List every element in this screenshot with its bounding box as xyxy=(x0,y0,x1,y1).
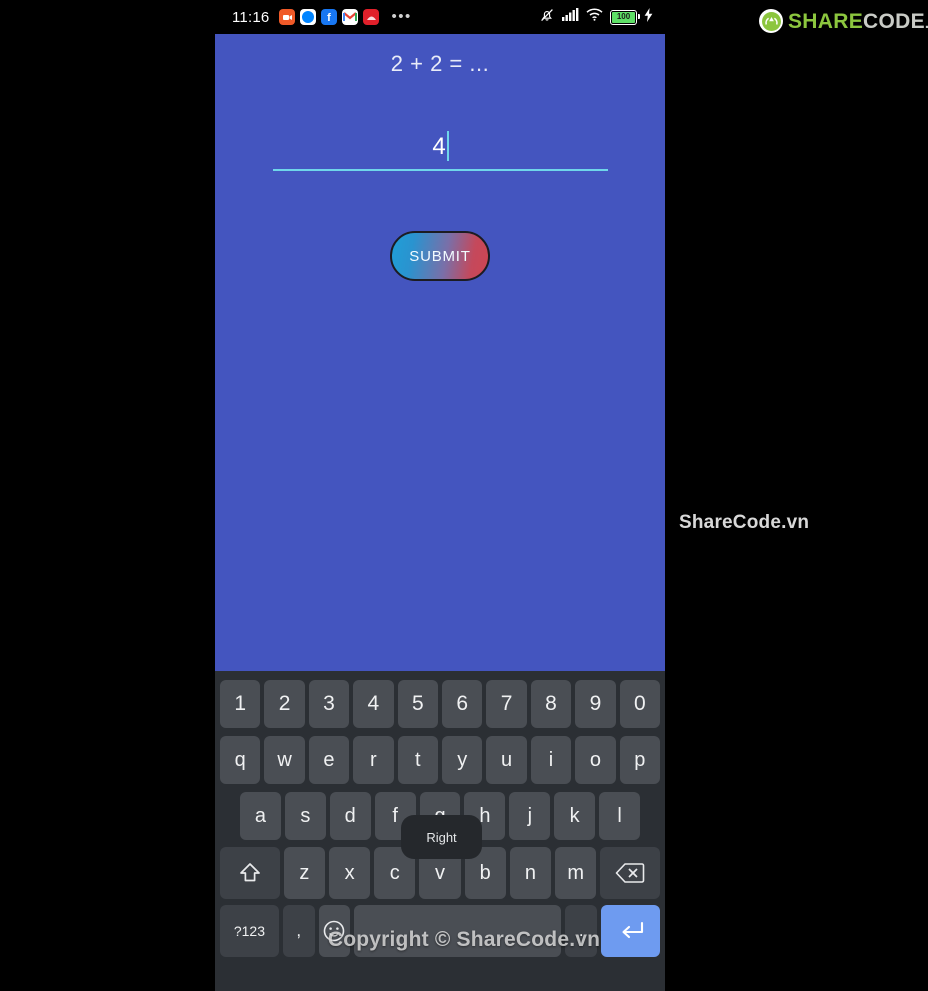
smiley-face-icon xyxy=(321,918,347,944)
svg-text:f: f xyxy=(328,12,332,24)
key-o[interactable]: o xyxy=(575,736,616,784)
key-c[interactable]: c xyxy=(374,847,416,899)
key-4[interactable]: 4 xyxy=(353,680,394,728)
status-bar-clock: 11:16 xyxy=(232,8,270,26)
wifi-icon xyxy=(586,8,603,26)
status-bar: 11:16 f ••• 100 xyxy=(215,0,665,34)
keyboard-row-numbers: 1 2 3 4 5 6 7 8 9 0 xyxy=(215,676,665,732)
sharecode-logo-mark-icon xyxy=(759,9,783,33)
cellular-signal-icon xyxy=(562,8,579,26)
key-w[interactable]: w xyxy=(264,736,305,784)
shift-key[interactable] xyxy=(219,847,280,899)
ringer-muted-icon xyxy=(539,7,555,28)
keyboard-row-bottom: z x c v b n m xyxy=(215,844,665,902)
key-g[interactable]: g xyxy=(419,792,461,840)
key-5[interactable]: 5 xyxy=(397,680,438,728)
keyboard-row-home: a s d f g h j k l xyxy=(215,788,665,844)
key-9[interactable]: 9 xyxy=(575,680,616,728)
answer-input[interactable]: 4 xyxy=(273,127,608,171)
recycle-arrows-icon xyxy=(761,11,781,31)
key-z[interactable]: z xyxy=(283,847,325,899)
key-q[interactable]: q xyxy=(219,736,261,784)
key-u[interactable]: u xyxy=(486,736,527,784)
key-a[interactable]: a xyxy=(240,792,281,840)
key-1[interactable]: 1 xyxy=(219,680,261,728)
question-text: 2 + 2 = ... xyxy=(390,51,490,76)
key-2[interactable]: 2 xyxy=(264,680,305,728)
emoji-key[interactable] xyxy=(318,905,351,957)
enter-arrow-icon xyxy=(617,920,645,942)
key-f[interactable]: f xyxy=(374,792,416,840)
keyboard-row-function: ?123 , . xyxy=(215,902,665,960)
submit-button[interactable]: SUBMIT xyxy=(390,231,490,281)
key-n[interactable]: n xyxy=(509,847,552,899)
side-watermark-text: ShareCode.vn xyxy=(679,512,810,533)
status-bar-notification-icons: f ••• xyxy=(279,9,411,25)
app-screen: 2 + 2 = ... 4 SUBMIT xyxy=(215,34,665,671)
key-t[interactable]: t xyxy=(397,736,438,784)
key-j[interactable]: j xyxy=(509,792,551,840)
charging-bolt-icon xyxy=(644,7,653,27)
shift-arrow-icon xyxy=(237,860,263,886)
key-6[interactable]: 6 xyxy=(442,680,483,728)
key-v[interactable]: v xyxy=(419,847,461,899)
comma-key[interactable]: , xyxy=(282,905,315,957)
symbols-key[interactable]: ?123 xyxy=(220,905,279,957)
sharecode-logo-text: SHARECODE.vn xyxy=(788,11,928,32)
on-screen-keyboard: 1 2 3 4 5 6 7 8 9 0 q w e r t y u i o p … xyxy=(215,671,665,991)
key-m[interactable]: m xyxy=(555,847,597,899)
video-app-icon xyxy=(279,9,296,25)
key-k[interactable]: k xyxy=(554,792,596,840)
key-d[interactable]: d xyxy=(329,792,371,840)
answer-input-value: 4 xyxy=(432,133,446,160)
gmail-app-icon xyxy=(342,9,359,25)
status-bar-system-icons: 100 xyxy=(539,7,653,28)
key-l[interactable]: l xyxy=(599,792,641,840)
backspace-icon xyxy=(615,862,645,884)
key-8[interactable]: 8 xyxy=(530,680,572,728)
enter-key[interactable] xyxy=(601,905,660,957)
key-r[interactable]: r xyxy=(353,736,394,784)
phone-frame: 11:16 f ••• 100 2 + 2 = ... 4 SUBMIT 1 2… xyxy=(215,0,665,991)
key-p[interactable]: p xyxy=(619,736,661,784)
sharecode-logo: SHARECODE.vn xyxy=(759,9,928,33)
key-7[interactable]: 7 xyxy=(486,680,527,728)
text-cursor xyxy=(446,131,449,161)
key-s[interactable]: s xyxy=(284,792,326,840)
status-bar-overflow-icon: ••• xyxy=(391,8,412,25)
key-y[interactable]: y xyxy=(442,736,483,784)
red-app-icon xyxy=(363,9,380,25)
backspace-key[interactable] xyxy=(600,847,661,899)
key-e[interactable]: e xyxy=(308,736,350,784)
logo-code-text: CODE xyxy=(863,9,925,33)
facebook-app-icon: f xyxy=(321,9,338,25)
key-0[interactable]: 0 xyxy=(619,680,661,728)
battery-level-label: 100 xyxy=(616,12,631,21)
key-b[interactable]: b xyxy=(464,847,506,899)
key-3[interactable]: 3 xyxy=(308,680,350,728)
key-i[interactable]: i xyxy=(530,736,572,784)
period-key[interactable]: . xyxy=(565,905,598,957)
key-h[interactable]: h xyxy=(464,792,506,840)
logo-share-text: SHARE xyxy=(788,9,864,33)
messenger-app-icon xyxy=(300,9,317,25)
space-key[interactable] xyxy=(354,905,562,957)
submit-button-label: SUBMIT xyxy=(409,247,471,265)
key-x[interactable]: x xyxy=(328,847,371,899)
battery-icon: 100 xyxy=(610,9,640,25)
keyboard-row-top: q w e r t y u i o p xyxy=(215,732,665,788)
